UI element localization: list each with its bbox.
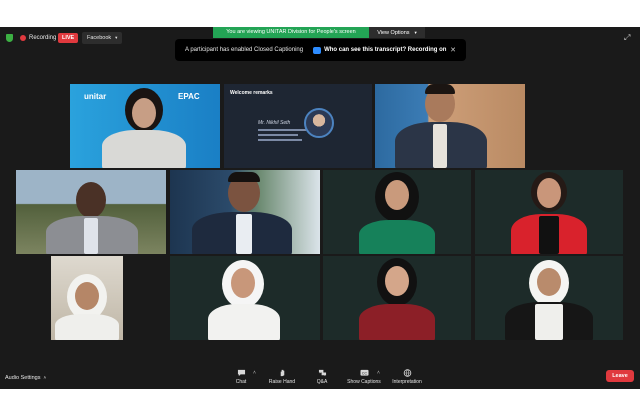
security-shield-icon[interactable] [6,34,13,42]
notification-message: A participant has enabled Closed Caption… [185,47,304,53]
raise-hand-button[interactable]: Raise Hand [267,369,297,385]
video-tile-1[interactable]: unitar EPAC [70,84,220,168]
interpretation-label: Interpretation [392,379,422,385]
record-dot-icon [20,35,26,41]
live-badge[interactable]: LIVE [58,33,79,43]
meeting-toolbar: Audio Settings ˄ Chat ˄ Raise Hand Q&A CC… [0,367,640,389]
fullscreen-icon[interactable]: ⤢ [624,34,630,42]
speaker-photo [304,108,334,138]
close-icon[interactable]: ✕ [450,46,456,54]
chevron-up-icon: ˄ [43,375,47,380]
video-tile-7[interactable] [475,170,623,254]
video-tile-2[interactable]: Welcome remarks Mr. Nikhil Seth [224,84,372,168]
video-tile-4[interactable] [16,170,166,254]
slide-speaker-name: Mr. Nikhil Seth [258,120,291,126]
video-tile-9[interactable] [170,256,320,340]
audio-settings-label: Audio Settings [5,375,41,381]
chevron-down-icon: ▾ [414,30,417,35]
screen-share-banner: You are viewing UNITAR Division for Peop… [213,27,369,38]
chevron-up-icon[interactable]: ˄ [377,370,380,376]
view-options-button[interactable]: View Options ▾ [369,27,425,38]
stream-target-label: Facebook [87,35,112,41]
captioning-notification: A participant has enabled Closed Caption… [175,39,466,61]
video-tile-11[interactable] [475,256,623,340]
chevron-down-icon: ▾ [115,35,118,40]
video-tile-6[interactable] [323,170,471,254]
transcript-info-label: Who can see this transcript? Recording o… [324,47,447,53]
chat-button[interactable]: Chat [226,369,256,385]
video-tile-5[interactable] [170,170,320,254]
globe-icon [403,369,411,377]
cc-icon: CC [360,369,368,376]
zoom-meeting-window: Recording LIVE Facebook ▾ You are viewing… [0,27,640,389]
qa-button[interactable]: Q&A [307,369,337,385]
view-options-label: View Options [377,30,410,36]
slide-text-lines [258,129,308,144]
interpretation-button[interactable]: Interpretation [388,369,426,385]
recording-indicator: Recording [20,32,56,44]
leave-button[interactable]: Leave [606,370,634,382]
captions-icon [313,46,322,54]
qa-label: Q&A [316,379,328,385]
stream-target-button[interactable]: Facebook ▾ [82,32,123,44]
chat-label: Chat [235,379,247,385]
audio-settings-button[interactable]: Audio Settings ˄ [5,375,46,381]
transcript-info-link[interactable]: Who can see this transcript? Recording o… [313,46,447,54]
recording-label: Recording [29,35,57,41]
video-tile-3[interactable] [375,84,525,168]
video-tile-8[interactable] [51,256,123,340]
hand-icon [280,369,284,377]
qa-icon [318,369,326,377]
epac-logo: EPAC [178,92,200,101]
chat-icon [237,369,245,377]
show-captions-label: Show Captions [347,379,381,385]
video-tile-10[interactable] [323,256,471,340]
unitar-logo: unitar [84,92,107,101]
chevron-up-icon[interactable]: ˄ [253,370,256,376]
slide-title: Welcome remarks [230,90,273,96]
svg-text:CC: CC [361,371,367,375]
raise-hand-label: Raise Hand [268,379,296,385]
